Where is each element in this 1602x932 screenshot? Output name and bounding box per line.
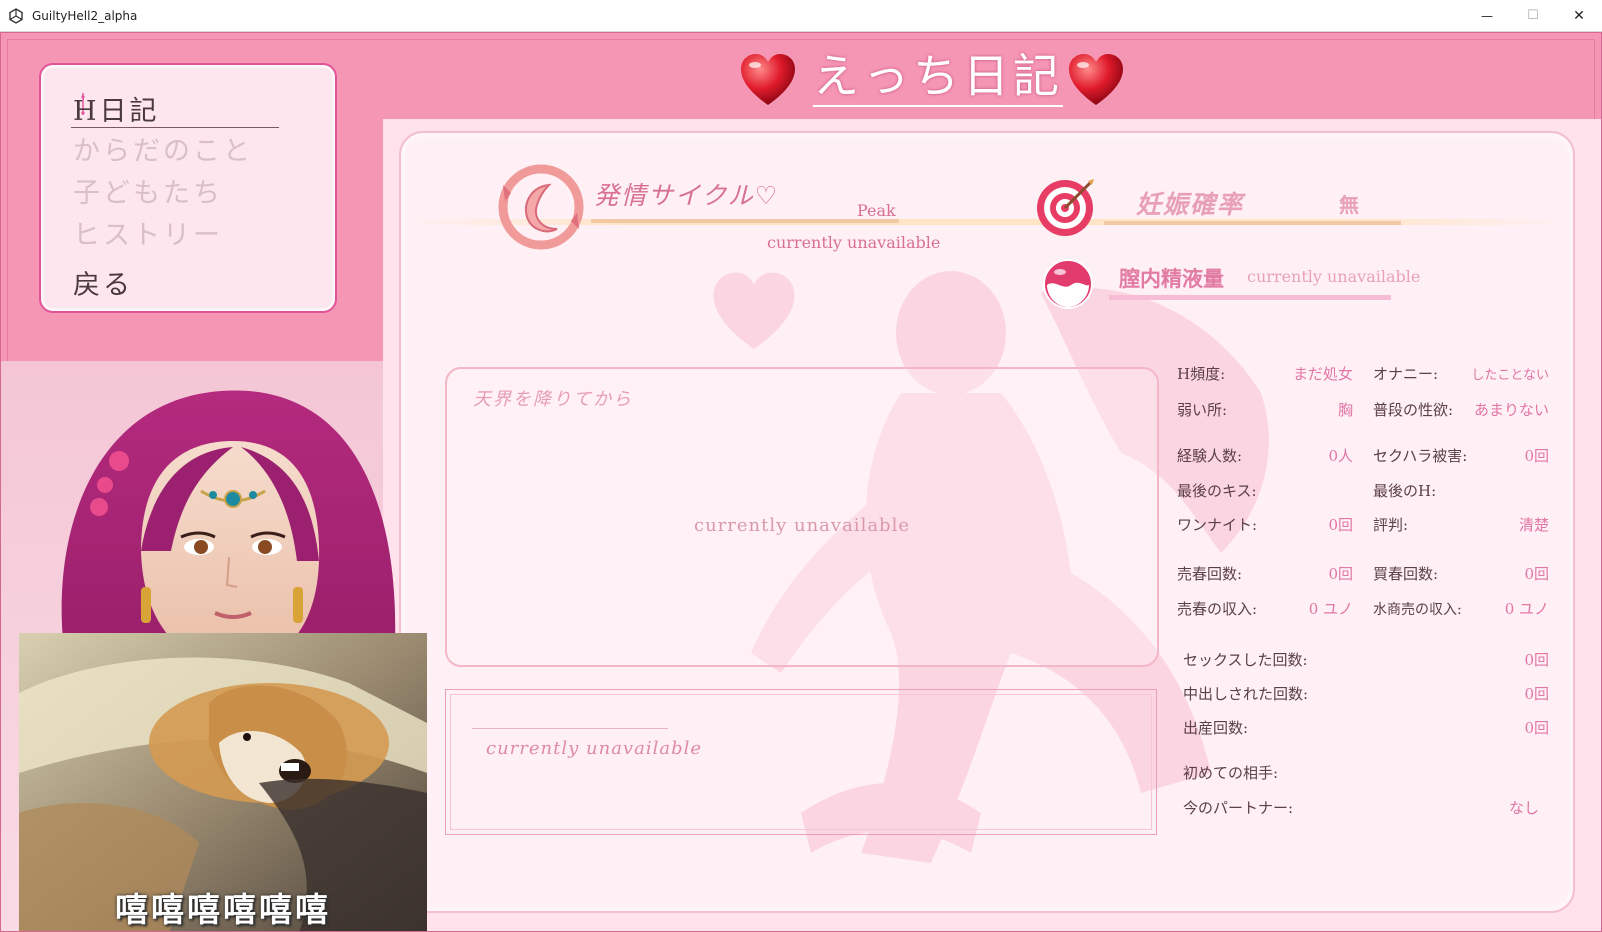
heart-icon — [1069, 54, 1123, 105]
stat-creampie-count-label: 中出しされた回数: — [1183, 685, 1309, 703]
semen-amount-underline — [1109, 295, 1391, 300]
stat-creampie-count-value: 0回 — [1524, 685, 1549, 703]
stat-libido-label: 普段の性欲: — [1373, 401, 1454, 419]
stat-current-partner-value: なし — [1508, 799, 1539, 817]
stat-weak-spot-label: 弱い所: — [1177, 401, 1228, 419]
minimize-button[interactable]: — — [1464, 0, 1510, 31]
window-controls: — ☐ ✕ — [1464, 0, 1602, 31]
stat-onanie-label: オナニー: — [1373, 365, 1439, 383]
menu-item-body[interactable]: からだのこと — [73, 129, 253, 168]
stat-onanie-value: したことない — [1471, 368, 1549, 383]
stat-prostitution-value: 0回 — [1328, 565, 1353, 583]
stat-current-partner-label: 今のパートナー: — [1183, 799, 1294, 817]
semen-amount-label: 膣内精液量 — [1119, 266, 1224, 291]
heat-cycle-underline — [591, 219, 899, 223]
stat-prostitution-income-label: 売春の収入: — [1177, 600, 1258, 618]
menu-item-history[interactable]: ヒストリー — [73, 213, 223, 252]
pregnancy-label: 妊娠確率 — [1136, 190, 1245, 219]
diary-menu-panel: H日記 からだのこと 子どもたち ヒストリー 戻る — [39, 63, 337, 313]
window-title: GuiltyHell2_alpha — [32, 8, 138, 23]
diary-note-text: currently unavailable — [486, 738, 703, 759]
stat-weak-spot-value: 胸 — [1337, 401, 1353, 419]
window-titlebar: GuiltyHell2_alpha — ☐ ✕ — [0, 0, 1602, 32]
stat-first-partner-label: 初めての相手: — [1183, 764, 1279, 782]
stat-water-trade-income-value: 0 ユノ — [1504, 600, 1549, 618]
diary-history-title: 天界を降りてから — [473, 389, 633, 410]
stat-birth-count-value: 0回 — [1524, 719, 1549, 737]
diary-history-box: 天界を降りてから currently unavailable — [445, 367, 1159, 667]
meme-image-overlay: 嘻嘻嘻嘻嘻嘻 — [19, 633, 427, 931]
diary-note-divider — [472, 728, 668, 729]
game-viewport: えっち日記 発情サイクル♡ Peak currently unavailable — [0, 32, 1602, 932]
semen-drop-icon — [1043, 259, 1093, 309]
maximize-icon: ☐ — [1527, 8, 1539, 23]
stat-h-frequency-label: H頻度: — [1177, 365, 1226, 383]
semen-amount-value: currently unavailable — [1247, 267, 1421, 286]
stat-water-trade-income-label: 水商売の収入: — [1373, 602, 1462, 618]
diary-history-text: currently unavailable — [693, 515, 910, 536]
stat-libido-value: あまりない — [1473, 401, 1549, 419]
heart-icon — [741, 54, 795, 105]
maximize-button[interactable]: ☐ — [1510, 0, 1556, 31]
stat-reputation-value: 清楚 — [1518, 516, 1549, 534]
stat-sex-count-label: セックスした回数: — [1183, 651, 1308, 669]
stat-birth-count-label: 出産回数: — [1183, 719, 1249, 737]
meme-caption: 嘻嘻嘻嘻嘻嘻 — [115, 890, 331, 929]
stat-last-h-label: 最後のH: — [1373, 482, 1437, 500]
heat-cycle-value: Peak — [857, 201, 896, 220]
stat-reputation-label: 評判: — [1373, 516, 1409, 534]
stat-partners-value: 0人 — [1328, 447, 1353, 465]
target-icon — [1037, 179, 1094, 236]
stat-h-frequency-value: まだ処女 — [1292, 365, 1353, 383]
menu-active-underline — [71, 127, 279, 128]
stat-last-kiss-label: 最後のキス: — [1177, 482, 1257, 500]
minimize-icon: — — [1481, 8, 1493, 23]
stat-sex-count-value: 0回 — [1524, 651, 1549, 669]
stat-prostitution-income-value: 0 ユノ — [1308, 600, 1353, 618]
stat-buying-label: 買春回数: — [1373, 565, 1439, 583]
heat-cycle-label: 発情サイクル♡ — [594, 181, 780, 210]
stat-harassment-value: 0回 — [1524, 447, 1549, 465]
stat-partners-label: 経験人数: — [1177, 447, 1243, 465]
close-button[interactable]: ✕ — [1556, 0, 1602, 31]
diary-note-box: currently unavailable — [445, 689, 1157, 835]
menu-item-h-diary[interactable]: H日記 — [73, 89, 160, 128]
unity-logo-icon — [9, 7, 23, 24]
cycle-moon-icon — [498, 164, 584, 250]
heat-cycle-note: currently unavailable — [767, 233, 941, 252]
close-icon: ✕ — [1573, 7, 1585, 24]
pregnancy-value: 無 — [1339, 193, 1359, 217]
menu-item-children[interactable]: 子どもたち — [73, 171, 223, 210]
page-title: えっち日記 — [813, 47, 1063, 107]
menu-item-back[interactable]: 戻る — [73, 263, 133, 302]
pregnancy-underline — [1104, 221, 1401, 225]
stat-buying-value: 0回 — [1524, 565, 1549, 583]
stat-one-night-label: ワンナイト: — [1177, 516, 1258, 534]
stat-one-night-value: 0回 — [1328, 516, 1353, 534]
stat-prostitution-label: 売春回数: — [1177, 565, 1243, 583]
